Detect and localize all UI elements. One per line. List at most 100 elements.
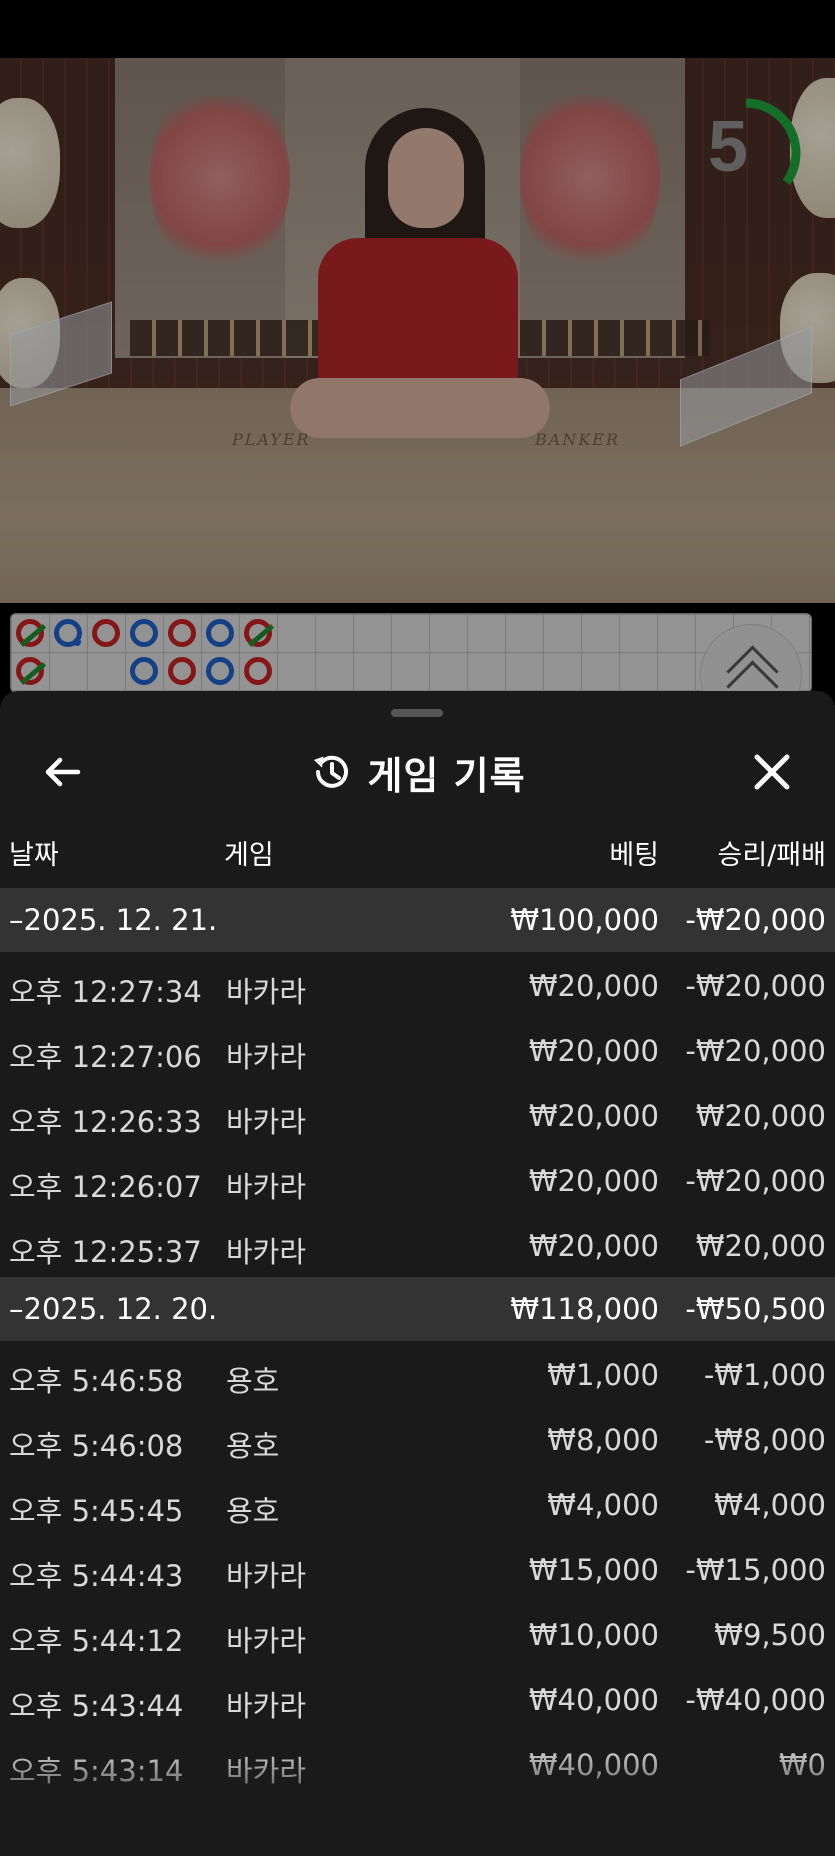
row-time: 오후 5:46:08 [9,1429,184,1463]
row-game: 용호 [226,1494,280,1528]
row-bet: ₩20,000 [528,1099,659,1133]
row-game: 바카라 [226,1689,307,1723]
game-history-sheet: 게임 기록 날짜 게임 베팅 승리/패배 –2025. 12. 21. ₩100… [0,691,835,1856]
row-bet: ₩20,000 [528,1229,659,1263]
tie-slash-icon [19,623,47,648]
history-row[interactable]: 오후 5:43:14 바카라 ₩40,000 ₩0 [0,1731,835,1796]
row-game: 바카라 [226,1754,307,1788]
countdown-timer: 5 [690,92,802,214]
row-time: 오후 12:27:34 [9,975,202,1009]
table-label-banker: BANKER [535,430,620,449]
row-game: 바카라 [226,1105,307,1139]
tie-slash-icon [19,661,47,686]
group-date: –2025. 12. 20. [9,1292,218,1326]
title-group: 게임 기록 [0,727,835,817]
player-bead [206,657,234,685]
history-row[interactable]: 오후 5:43:44 바카라 ₩40,000 -₩40,000 [0,1666,835,1731]
row-bet: ₩10,000 [528,1618,659,1652]
history-row[interactable]: 오후 12:25:37 바카라 ₩20,000 ₩20,000 [0,1212,835,1277]
row-bet: ₩40,000 [528,1748,659,1782]
row-bet: ₩4,000 [547,1488,659,1522]
close-icon [754,754,790,790]
row-result: ₩20,000 [695,1229,826,1263]
row-bet: ₩40,000 [528,1683,659,1717]
history-row[interactable]: 오후 12:26:33 바카라 ₩20,000 ₩20,000 [0,1082,835,1147]
row-result: -₩20,000 [685,1164,826,1198]
sheet-title: 게임 기록 [367,753,526,798]
blossom-decoration [150,78,290,278]
row-result: -₩8,000 [703,1423,826,1457]
row-result: ₩20,000 [695,1099,826,1133]
row-time: 오후 12:27:06 [9,1040,202,1074]
column-game: 게임 [224,840,274,871]
row-time: 오후 5:46:58 [9,1364,184,1398]
history-list[interactable]: –2025. 12. 21. ₩100,000 -₩20,000 오후 12:2… [0,888,835,1796]
column-result: 승리/패배 [717,840,826,871]
row-game: 바카라 [226,1235,307,1269]
row-bet: ₩15,000 [528,1553,659,1587]
row-game: 바카라 [226,1559,307,1593]
row-result: -₩1,000 [703,1358,826,1392]
column-date: 날짜 [9,840,59,871]
group-result-total: -₩50,500 [685,1292,826,1326]
tie-slash-icon [247,623,275,648]
date-group-header[interactable]: –2025. 12. 21. ₩100,000 -₩20,000 [0,888,835,952]
row-result: ₩4,000 [714,1488,826,1522]
row-time: 오후 12:25:37 [9,1235,202,1269]
blossom-decoration [520,78,660,278]
top-bar [0,0,835,58]
banker-bead [244,657,272,685]
row-bet: ₩20,000 [528,1034,659,1068]
row-result: ₩0 [778,1748,826,1782]
player-bead [54,619,82,647]
row-result: -₩15,000 [685,1553,826,1587]
row-bet: ₩1,000 [547,1358,659,1392]
row-result: ₩9,500 [714,1618,826,1652]
history-row[interactable]: 오후 5:46:08 용호 ₩8,000 -₩8,000 [0,1406,835,1471]
history-row[interactable]: 오후 12:26:07 바카라 ₩20,000 -₩20,000 [0,1147,835,1212]
dealer-arms [290,378,550,438]
close-button[interactable] [747,747,797,797]
table-label-player: PLAYER [232,430,311,449]
banker-bead [92,619,120,647]
history-row[interactable]: 오후 12:27:34 바카라 ₩20,000 -₩20,000 [0,952,835,1017]
player-bead [130,619,158,647]
history-row[interactable]: 오후 5:45:45 용호 ₩4,000 ₩4,000 [0,1471,835,1536]
history-row[interactable]: 오후 5:44:43 바카라 ₩15,000 -₩15,000 [0,1536,835,1601]
row-result: -₩20,000 [685,1034,826,1068]
history-row[interactable]: 오후 5:44:12 바카라 ₩10,000 ₩9,500 [0,1601,835,1666]
back-button[interactable] [38,747,88,797]
drag-handle[interactable] [391,709,443,717]
row-time: 오후 5:43:14 [9,1754,184,1788]
banker-bead [168,619,196,647]
row-result: -₩20,000 [685,969,826,1003]
history-icon [309,750,353,794]
group-bet-total: ₩118,000 [510,1292,659,1326]
column-header-row: 날짜 게임 베팅 승리/패배 [0,821,835,879]
row-time: 오후 5:43:44 [9,1689,184,1723]
bead-road[interactable] [10,613,812,693]
row-time: 오후 5:45:45 [9,1494,184,1528]
countdown-number: 5 [707,107,749,187]
row-time: 오후 5:44:12 [9,1624,184,1658]
row-time: 오후 12:26:07 [9,1170,202,1204]
sheet-header: 게임 기록 [0,727,835,817]
pair-dot-icon [73,638,81,646]
row-time: 오후 12:26:33 [9,1105,202,1139]
banker-bead [168,657,196,685]
group-result-total: -₩20,000 [685,903,826,937]
history-row[interactable]: 오후 12:27:06 바카라 ₩20,000 -₩20,000 [0,1017,835,1082]
row-bet: ₩20,000 [528,969,659,1003]
column-bet: 베팅 [609,840,659,871]
row-time: 오후 5:44:43 [9,1559,184,1593]
player-bead [130,657,158,685]
row-result: -₩40,000 [685,1683,826,1717]
row-bet: ₩8,000 [547,1423,659,1457]
arrow-left-icon [45,757,81,787]
row-game: 용호 [226,1364,280,1398]
banker-bead [16,657,47,686]
row-game: 용호 [226,1429,280,1463]
date-group-header[interactable]: –2025. 12. 20. ₩118,000 -₩50,500 [0,1277,835,1341]
history-row[interactable]: 오후 5:46:58 용호 ₩1,000 -₩1,000 [0,1341,835,1406]
group-date: –2025. 12. 21. [9,903,218,937]
